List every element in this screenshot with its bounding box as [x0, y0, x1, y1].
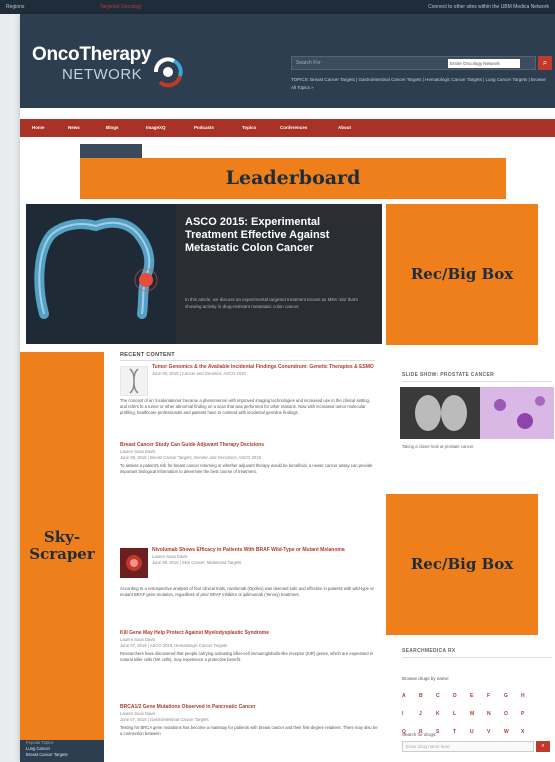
divider — [402, 381, 552, 382]
melanoma-thumbnail-icon[interactable] — [120, 548, 148, 578]
article-item: Tumor Genomics & the Available Incidenta… — [152, 364, 378, 377]
letter-link[interactable]: U — [470, 726, 487, 738]
letter-link[interactable]: X — [521, 726, 538, 738]
logo-mark-icon[interactable] — [150, 54, 186, 90]
rec-big-box-ad-2[interactable]: Rec/Big Box — [386, 494, 538, 635]
letter-link[interactable]: C — [436, 690, 453, 702]
rec-big-box-ad-1[interactable]: Rec/Big Box — [386, 204, 538, 345]
hero-title[interactable]: ASCO 2015: Experimental Treatment Effect… — [185, 216, 365, 255]
slide-show-image-icon[interactable] — [400, 387, 554, 439]
slide-show-heading: SLIDE SHOW: PROSTATE CANCER — [402, 372, 494, 378]
recent-content-heading: RECENT CONTENT — [120, 352, 175, 358]
article-body: According to a retrospective analysis of… — [120, 586, 374, 597]
letter-link[interactable]: P — [521, 708, 538, 720]
main-nav: Home News Blogs ImageXQ Podcasts Topics … — [20, 119, 555, 137]
article-title[interactable]: BRCA1/2 Gene Mutations Observed in Pancr… — [120, 704, 378, 711]
letter-link[interactable]: S — [436, 726, 453, 738]
topics-links[interactable]: TOPICS: Breast Cancer Targets | Gastroin… — [291, 76, 546, 92]
search-input[interactable]: Search For — [296, 60, 321, 66]
skyscraper-ad[interactable]: Sky-Scraper — [20, 352, 104, 740]
slide-caption[interactable]: Taking a closer look at prostate cancer — [402, 444, 473, 449]
nav-item-about[interactable]: About — [338, 125, 351, 130]
hero-feature[interactable]: ASCO 2015: Experimental Treatment Effect… — [26, 204, 382, 344]
letter-link[interactable]: F — [487, 690, 504, 702]
letter-link[interactable]: G — [504, 690, 521, 702]
article-meta: June 07, 2015 | Gastrointestinal Cancer … — [120, 717, 209, 722]
letter-link[interactable]: M — [470, 708, 487, 720]
article-title[interactable]: Tumor Genomics & the Available Incidenta… — [152, 364, 378, 371]
letter-link[interactable]: I — [402, 708, 419, 720]
article-item: Nivolumab Shows Efficacy in Patients Wit… — [152, 547, 378, 566]
nav-item-home[interactable]: Home — [32, 125, 45, 130]
nav-item-imagexq[interactable]: ImageXQ — [146, 125, 166, 130]
search-scope-select[interactable]: Entire Oncology Network — [448, 59, 520, 68]
article-item: Kill Gene May Help Protect Against Myelo… — [120, 630, 378, 663]
letter-link[interactable]: E — [470, 690, 487, 702]
letter-link[interactable]: D — [453, 690, 470, 702]
article-meta: June 09, 2015 | Cancer and Genetics, ASC… — [152, 371, 246, 376]
article-item: BRCA1/2 Gene Mutations Observed in Pancr… — [120, 704, 378, 737]
network-link[interactable]: Targeted Oncology — [100, 4, 142, 10]
popular-topics-box: Popular Topics Lung Cancer Breast Cancer… — [20, 740, 104, 762]
letter-link[interactable]: W — [504, 726, 521, 738]
nav-item-podcasts[interactable]: Podcasts — [194, 125, 214, 130]
top-bar: Regions Targeted Oncology Connect to oth… — [0, 0, 555, 14]
site-header: OncoTherapy NETWORK Search For Entire On… — [20, 14, 555, 108]
article-body: Researchers have discovered that people … — [120, 651, 373, 662]
network-connect-link[interactable]: Connect to other sites within the UBM Me… — [428, 4, 549, 10]
article-title[interactable]: Nivolumab Shows Efficacy in Patients Wit… — [152, 547, 378, 554]
nav-item-news[interactable]: News — [68, 125, 80, 130]
letter-link[interactable]: H — [521, 690, 538, 702]
divider — [402, 657, 552, 658]
logo-subtitle[interactable]: NETWORK — [62, 66, 142, 83]
drug-search-input[interactable]: Enter drug name here — [402, 741, 534, 752]
page: OncoTherapy NETWORK Search For Entire On… — [20, 14, 555, 762]
nav-item-conferences[interactable]: Conferences — [280, 125, 307, 130]
letter-link[interactable]: O — [504, 708, 521, 720]
letter-link[interactable]: A — [402, 690, 419, 702]
leaderboard-ad[interactable]: Leaderboard — [80, 158, 506, 199]
letter-link[interactable]: V — [487, 726, 504, 738]
logo-title[interactable]: OncoTherapy — [32, 44, 151, 66]
article-meta: June 07, 2015 | ASCO 2015, Hematologic C… — [120, 643, 228, 648]
letter-link[interactable]: K — [436, 708, 453, 720]
letter-link[interactable]: J — [419, 708, 436, 720]
article-meta: June 08, 2015 | Breast Cancer Targets, G… — [120, 455, 261, 460]
topic-link[interactable]: Breast Cancer Targets — [20, 752, 104, 758]
article-item: Breast Cancer Study Can Guide Adjuvant T… — [120, 442, 378, 475]
drug-search-button[interactable]: ⌕ — [536, 741, 550, 752]
nav-item-topics[interactable]: Topics — [242, 125, 256, 130]
colon-illustration-icon — [26, 204, 176, 344]
browse-label: Browse drugs by name: — [402, 676, 450, 681]
search-button[interactable]: ⌕ — [538, 56, 552, 70]
nav-item-blogs[interactable]: Blogs — [106, 125, 119, 130]
article-title[interactable]: Breast Cancer Study Can Guide Adjuvant T… — [120, 442, 378, 449]
site-search-bar: Search For Entire Oncology Network — [291, 56, 536, 70]
divider — [120, 360, 375, 361]
hero-description: In this article, we discuss an experimen… — [185, 297, 359, 309]
article-body: Testing for BRCA gene mutations has beco… — [120, 725, 378, 736]
searchmedica-heading: SEARCHMEDICA RX — [402, 648, 456, 654]
promo-strip — [80, 144, 142, 158]
letter-link[interactable]: B — [419, 690, 436, 702]
letter-link[interactable]: N — [487, 708, 504, 720]
drug-search-label: Search for drugs: — [402, 732, 437, 737]
article-body: To assess a patient's risk for breast ca… — [120, 463, 373, 474]
letter-link[interactable]: L — [453, 708, 470, 720]
region-select[interactable]: Regions — [6, 4, 24, 10]
article-body: The concept of an 'incidentaloma' became… — [120, 398, 370, 415]
dna-thumbnail-icon[interactable] — [120, 366, 148, 396]
article-meta: June 08, 2015 | Skin Cancer, Melanoma Ta… — [152, 560, 242, 565]
article-title[interactable]: Kill Gene May Help Protect Against Myelo… — [120, 630, 378, 637]
letter-link[interactable]: T — [453, 726, 470, 738]
